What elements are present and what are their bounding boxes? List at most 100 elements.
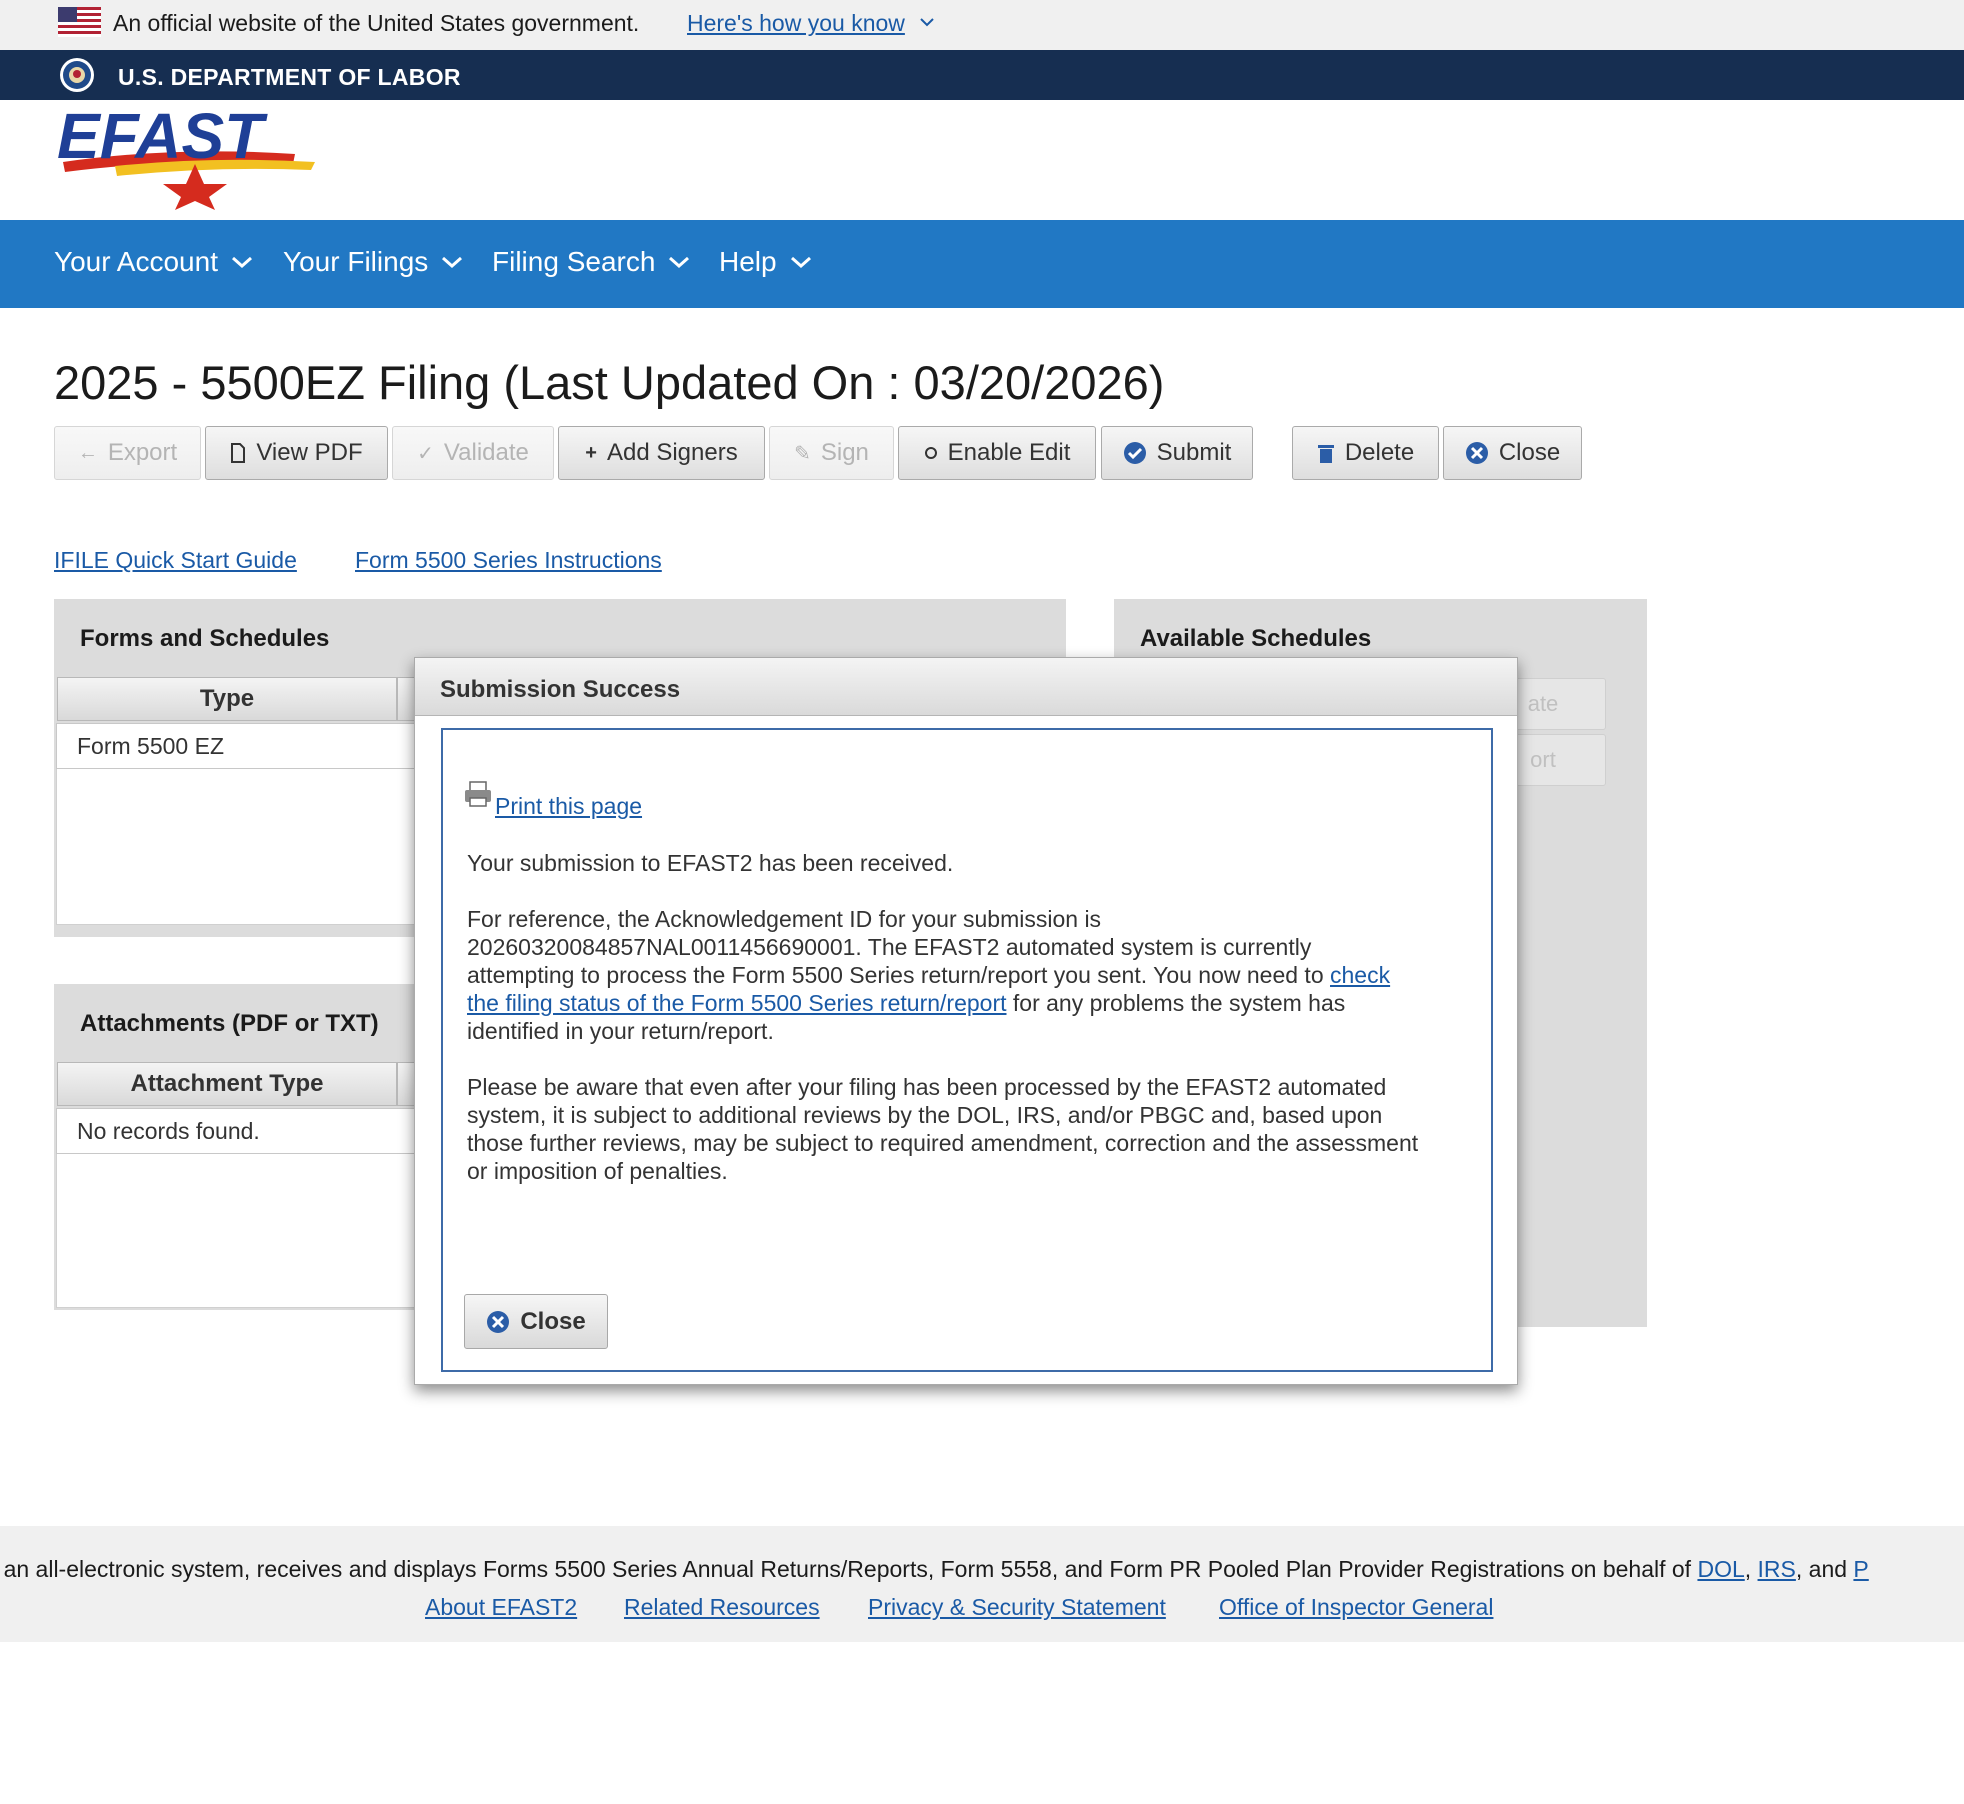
submission-success-dialog: Submission Success Print this page Your … <box>414 657 1518 1385</box>
dialog-title: Submission Success <box>440 676 681 703</box>
text-line: For reference, the Acknowledgement ID fo… <box>467 906 1102 932</box>
text-line: attempting to process the Form 5500 Seri… <box>467 961 1477 989</box>
pen-icon: ✎ <box>794 442 811 465</box>
acknowledgement-id-line: 20260320084857NAL0011456690001. The EFAS… <box>467 934 1312 960</box>
empty-message: No records found. <box>77 1117 260 1144</box>
nav-label: Filing Search <box>492 246 656 277</box>
delete-label: Delete <box>1344 439 1415 466</box>
print-page-link[interactable]: Print this page <box>495 793 642 820</box>
dol-seal-icon <box>60 58 94 92</box>
add-signers-button[interactable]: + Add Signers <box>558 426 765 480</box>
reference-paragraph: For reference, the Acknowledgement ID fo… <box>467 905 1477 1045</box>
agency-name: U.S. DEPARTMENT OF LABOR <box>118 64 461 90</box>
dialog-header[interactable]: Submission Success <box>415 658 1517 716</box>
filing-status-link[interactable]: the filing status of the Form 5500 Serie… <box>467 990 1007 1016</box>
col-label: Type <box>199 685 255 712</box>
view-pdf-label: View PDF <box>256 439 363 466</box>
page-title: 2025 - 5500EZ Filing (Last Updated On : … <box>54 356 1165 409</box>
document-icon <box>230 443 246 463</box>
text-line: or imposition of penalties. <box>467 1158 728 1184</box>
add-signers-label: Add Signers <box>606 439 738 466</box>
arrow-left-icon: ← <box>77 441 98 464</box>
close-label: Close <box>520 1307 586 1335</box>
printer-icon[interactable] <box>463 780 493 810</box>
export-label: Export <box>107 439 178 466</box>
nav-label: Your Filings <box>283 246 429 277</box>
related-resources-link[interactable]: Related Resources <box>624 1594 820 1621</box>
logo-text: EFAST <box>57 106 268 172</box>
validate-button[interactable]: ✓ Validate <box>392 426 554 480</box>
sign-label: Sign <box>820 439 869 466</box>
nav-filing-search[interactable]: Filing Search <box>492 246 691 278</box>
dialog-body: Print this page Your submission to EFAST… <box>441 728 1493 1372</box>
privacy-security-link[interactable]: Privacy & Security Statement <box>868 1594 1166 1621</box>
footer-description: 2, an all-electronic system, receives an… <box>0 1556 1869 1583</box>
text-span: attempting to process the Form 5500 Seri… <box>467 962 1324 988</box>
review-paragraph: Please be aware that even after your fil… <box>467 1073 1477 1185</box>
footer-sep: , <box>1744 1556 1758 1582</box>
text-line: identified in your return/report. <box>467 1018 774 1044</box>
text-line: Please be aware that even after your fil… <box>467 1074 1387 1100</box>
inspector-general-link[interactable]: Office of Inspector General <box>1219 1594 1493 1621</box>
enable-edit-button[interactable]: Enable Edit <box>898 426 1096 480</box>
forms-panel-title: Forms and Schedules <box>80 625 330 652</box>
create-label: ate <box>1527 691 1559 716</box>
plus-icon: + <box>585 441 597 464</box>
pbgc-link[interactable]: P <box>1853 1556 1868 1582</box>
nav-your-account[interactable]: Your Account <box>54 246 254 278</box>
close-button[interactable]: Close <box>1443 426 1582 480</box>
close-circle-icon <box>1465 441 1489 465</box>
nav-your-filings[interactable]: Your Filings <box>283 246 464 278</box>
close-label: Close <box>1498 439 1561 466</box>
view-pdf-button[interactable]: View PDF <box>205 426 388 480</box>
form-instructions-link[interactable]: Form 5500 Series Instructions <box>355 547 662 574</box>
check-icon: ✓ <box>417 442 434 465</box>
list-item: No records found. <box>56 1108 416 1154</box>
chevron-down-icon <box>790 256 811 269</box>
table-row[interactable]: Form 5500 EZ <box>56 723 416 769</box>
irs-link[interactable]: IRS <box>1758 1556 1796 1582</box>
efast-logo[interactable]: EFAST <box>55 106 355 210</box>
attachments-col-type[interactable]: Attachment Type <box>57 1062 397 1106</box>
footer <box>0 1526 1964 1642</box>
sign-button[interactable]: ✎ Sign <box>769 426 894 480</box>
forms-col-type[interactable]: Type <box>57 677 397 721</box>
validate-label: Validate <box>443 439 529 466</box>
about-efast2-link[interactable]: About EFAST2 <box>425 1594 577 1621</box>
export-button[interactable]: ← Export <box>54 426 201 480</box>
submit-button[interactable]: Submit <box>1101 426 1253 480</box>
close-circle-icon <box>486 1310 510 1334</box>
trash-icon <box>1317 442 1335 464</box>
chevron-down-icon <box>442 256 463 269</box>
gov-banner-text: An official website of the United States… <box>113 10 640 36</box>
dialog-close-button[interactable]: Close <box>464 1294 608 1349</box>
quick-start-guide-link[interactable]: IFILE Quick Start Guide <box>54 547 297 574</box>
text-line: system, it is subject to additional revi… <box>467 1102 1383 1128</box>
enable-edit-label: Enable Edit <box>947 439 1071 466</box>
delete-button[interactable]: Delete <box>1292 426 1439 480</box>
check-circle-icon <box>1123 441 1147 465</box>
submit-label: Submit <box>1156 439 1232 466</box>
chevron-down-icon <box>231 256 252 269</box>
nav-label: Help <box>719 246 777 277</box>
text-line: the filing status of the Form 5500 Serie… <box>467 989 1477 1017</box>
nav-label: Your Account <box>54 246 218 277</box>
us-flag-icon <box>58 7 101 37</box>
attachments-panel-title: Attachments (PDF or TXT) <box>80 1010 379 1037</box>
text-span: for any problems the system has <box>1006 990 1346 1016</box>
chevron-down-icon[interactable] <box>918 15 936 29</box>
heres-how-you-know-link[interactable]: Here's how you know <box>687 10 905 37</box>
available-panel-title: Available Schedules <box>1140 625 1372 652</box>
form-type-cell: Form 5500 EZ <box>77 732 224 759</box>
gov-banner: An official website of the United States… <box>0 0 1964 50</box>
footer-sep: , and <box>1795 1556 1854 1582</box>
chevron-down-icon <box>669 256 690 269</box>
nav-help[interactable]: Help <box>719 246 813 278</box>
footer-text: 2, an all-electronic system, receives an… <box>0 1556 1698 1582</box>
dol-link[interactable]: DOL <box>1697 1556 1744 1582</box>
text-line: those further reviews, may be subject to… <box>467 1130 1419 1156</box>
import-label: ort <box>1530 747 1556 772</box>
circle-icon <box>924 446 938 460</box>
check-status-link[interactable]: check <box>1330 962 1390 988</box>
received-message: Your submission to EFAST2 has been recei… <box>467 850 954 876</box>
